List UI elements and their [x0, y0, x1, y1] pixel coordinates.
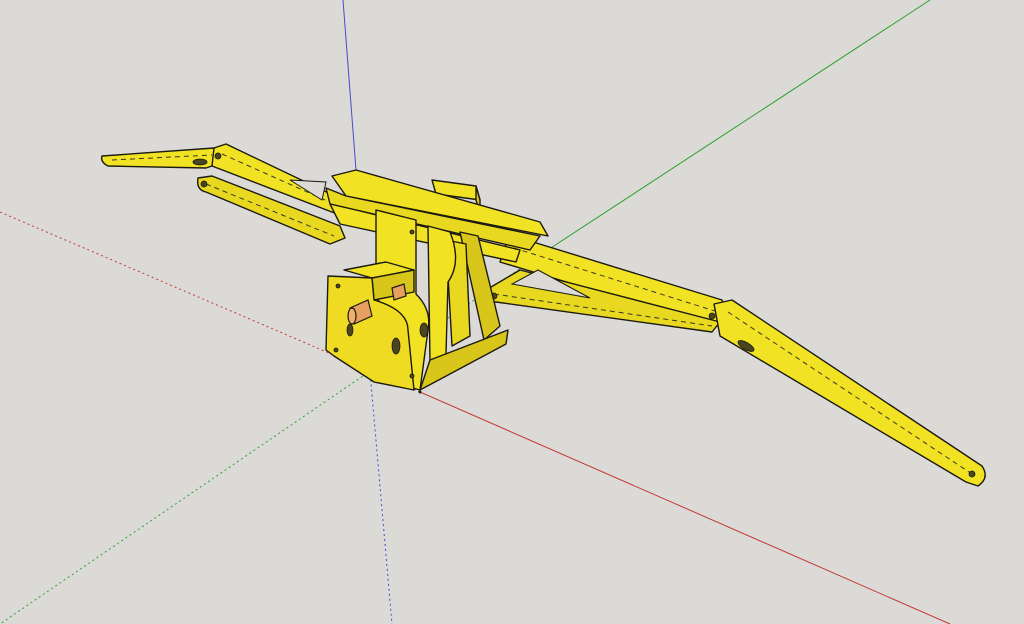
- left-arm-assembly[interactable]: [100, 143, 361, 245]
- left-tip-link[interactable]: [100, 147, 225, 169]
- right-tip-end-hole: [968, 470, 976, 478]
- housing-screw-3: [335, 283, 341, 289]
- front-pin-cap[interactable]: [347, 307, 357, 325]
- housing-screw-2: [409, 373, 415, 379]
- housing-hole-2: [419, 322, 429, 338]
- modeling-viewport[interactable]: [0, 0, 1024, 624]
- housing-screw-4: [409, 229, 415, 235]
- housing-hole-1: [391, 337, 401, 355]
- left-joint-1: [214, 152, 222, 160]
- left-joint-2: [200, 180, 208, 188]
- scene-canvas[interactable]: [0, 0, 1024, 624]
- right-arm-assembly[interactable]: [484, 237, 986, 487]
- right-joint-1: [708, 312, 716, 320]
- housing-hole-3: [346, 323, 354, 337]
- housing-screw-1: [333, 347, 339, 353]
- blue-axis-solid: [342, 0, 357, 171]
- axes-origin-icon: [418, 390, 422, 394]
- red-axis-solid: [419, 391, 951, 624]
- green-axis-solid: [539, 0, 931, 256]
- axes: [0, 0, 951, 624]
- left-tip-slot: [192, 158, 208, 166]
